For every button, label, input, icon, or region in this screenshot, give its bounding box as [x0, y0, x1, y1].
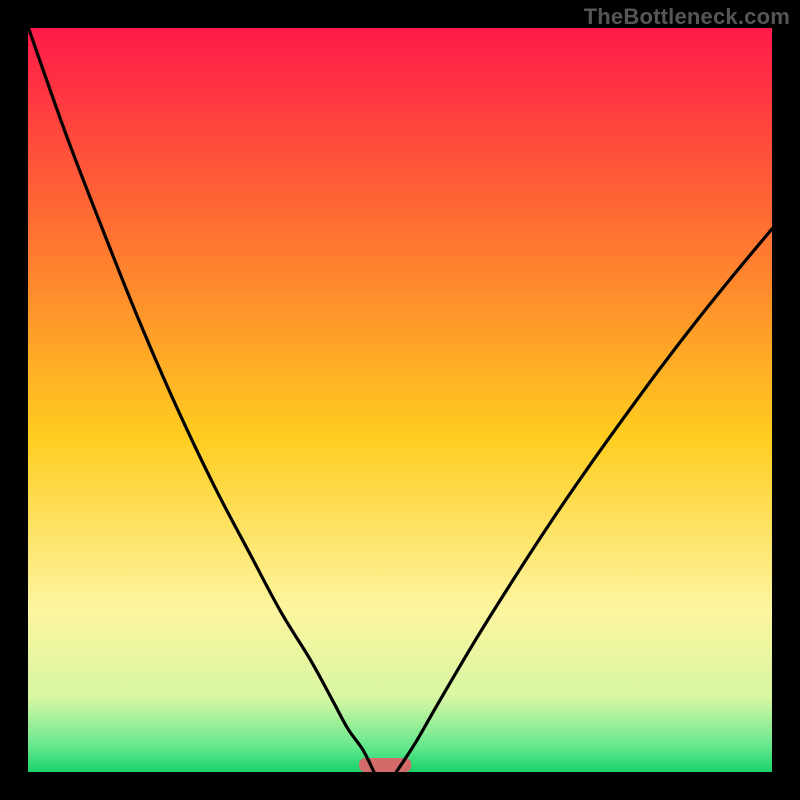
plot-area — [28, 28, 772, 772]
chart-frame: TheBottleneck.com — [0, 0, 800, 800]
bottleneck-chart — [0, 0, 800, 800]
watermark-text: TheBottleneck.com — [584, 4, 790, 30]
